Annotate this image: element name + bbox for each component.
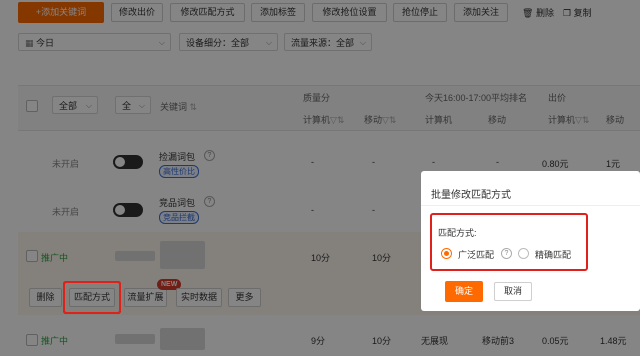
dialog-title: 批量修改匹配方式: [431, 190, 511, 201]
cancel-button[interactable]: 取消: [494, 282, 532, 301]
match-options-highlight: [430, 213, 588, 271]
dialog-divider: [421, 205, 640, 206]
confirm-button[interactable]: 确定: [445, 281, 483, 302]
match-button-highlight-overlay: [63, 281, 121, 314]
batch-match-dialog: 批量修改匹配方式 匹配方式: 广泛匹配 ? 精确匹配 确定 取消: [421, 171, 640, 311]
